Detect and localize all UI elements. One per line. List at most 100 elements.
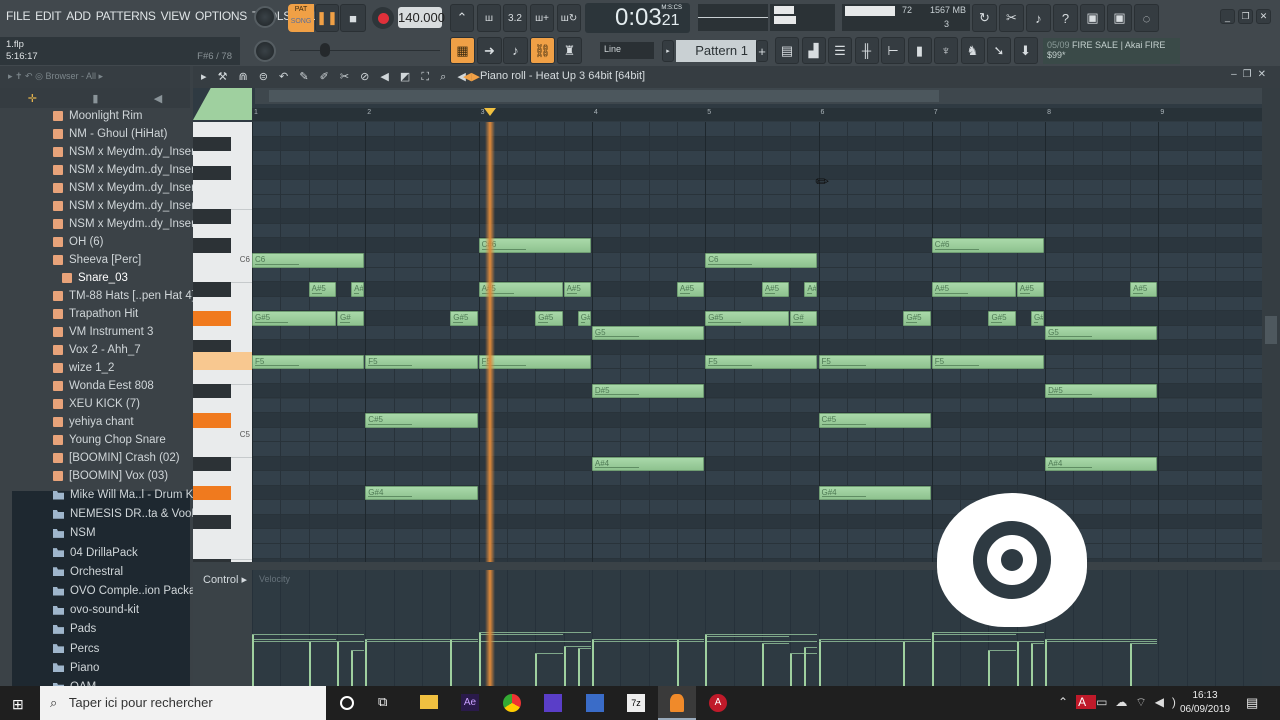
recorder-app-icon[interactable]: A	[709, 694, 727, 712]
velocity-stem[interactable]	[478, 632, 481, 686]
black-key[interactable]	[193, 383, 231, 399]
note[interactable]: G#	[790, 311, 818, 326]
note[interactable]: A#5	[761, 282, 790, 297]
note[interactable]: F5	[818, 354, 931, 370]
browser-folder[interactable]: ovo-sound-kit	[53, 601, 139, 619]
note[interactable]: D#5	[1045, 383, 1158, 399]
browser-item[interactable]: NSM x Meydm..dy_Insert 4	[53, 197, 208, 215]
playhead-marker-icon[interactable]	[483, 108, 496, 116]
note[interactable]: A#5	[308, 282, 336, 297]
black-key[interactable]	[193, 485, 231, 501]
velocity-stem[interactable]	[591, 639, 594, 686]
stamp-tool-button[interactable]	[193, 88, 252, 120]
control-lane-label[interactable]: Control ▸	[203, 573, 247, 586]
overview-thumb[interactable]	[269, 90, 939, 102]
file-explorer-icon[interactable]	[420, 695, 438, 709]
velocity-stem[interactable]	[535, 653, 538, 686]
close-button[interactable]: ✕	[1256, 9, 1271, 24]
note[interactable]: F5	[252, 354, 365, 370]
velocity-stem[interactable]	[1016, 641, 1019, 686]
browser-folder[interactable]: Percs	[53, 640, 99, 658]
black-key[interactable]	[193, 136, 231, 152]
velocity-stem[interactable]	[336, 641, 339, 686]
note[interactable]: A#4	[591, 456, 705, 472]
note[interactable]: G#5	[252, 311, 336, 326]
minimize-button[interactable]: _	[1220, 9, 1235, 24]
browser-item[interactable]: Vox 2 - Ahh_7	[53, 341, 141, 359]
browser-item[interactable]: wize 1_2	[53, 359, 114, 377]
browser-item[interactable]: NSM x Meydm..dy_Insert 3	[53, 179, 208, 197]
stamp-icon[interactable]: ♜	[557, 37, 582, 64]
master-volume-knob[interactable]	[254, 6, 276, 28]
browser-tab-files-icon[interactable]: ▮	[92, 92, 98, 105]
cut-icon[interactable]: ✂	[999, 4, 1024, 32]
piano-roll-icon[interactable]: ▦	[450, 37, 475, 64]
play-button[interactable]: ❚❚	[315, 4, 339, 32]
velocity-stem[interactable]	[1030, 644, 1033, 686]
black-key[interactable]	[193, 514, 231, 530]
save-icon[interactable]: ▣	[1080, 4, 1105, 32]
menu-add[interactable]: ADD	[66, 9, 91, 23]
mixer-icon[interactable]: ╫	[854, 37, 879, 64]
velocity-stem[interactable]	[450, 639, 453, 686]
browser-item[interactable]: NSM x Meydm..dy_Insert 5	[53, 215, 208, 233]
link-icon[interactable]: ⛓	[530, 37, 555, 64]
velocity-stem[interactable]	[676, 639, 679, 686]
loop-record-icon[interactable]: ш↻	[557, 4, 581, 32]
plugin-picker-icon[interactable]: ♪	[503, 37, 528, 64]
pattern-prev-button[interactable]: ▸	[662, 40, 674, 62]
black-key[interactable]	[193, 209, 231, 224]
note[interactable]: A#4	[1045, 456, 1158, 472]
browser-icon[interactable]: ⊢	[881, 37, 905, 64]
velocity-stem[interactable]	[365, 641, 368, 686]
song-time-display[interactable]: 0:0321 M:S:CS	[585, 3, 690, 33]
browser-folder[interactable]: Mike Will Ma..l - Drum Kit	[53, 486, 199, 504]
note[interactable]: G#4	[365, 485, 478, 501]
browser-folder[interactable]: Piano	[53, 659, 99, 677]
piano-keyboard[interactable]: C6 C5	[193, 122, 252, 562]
velocity-stem[interactable]	[903, 641, 906, 686]
note-grid[interactable]: G#4G#4A#4A#4C#5C#5D#5D#5F5F5F5F5F5F5G5G5…	[252, 122, 1262, 562]
black-key[interactable]	[193, 165, 231, 181]
velocity-stem[interactable]	[818, 641, 821, 686]
note[interactable]: A#5	[351, 282, 365, 297]
cursor-icon[interactable]: ➘	[987, 37, 1011, 64]
note[interactable]: C#6	[478, 238, 591, 253]
note[interactable]: A#5	[1016, 282, 1045, 297]
cortana-icon[interactable]	[340, 696, 354, 710]
chrome-icon[interactable]	[503, 694, 521, 712]
tempo-display[interactable]: 140.000	[398, 7, 445, 28]
browser-item[interactable]: NM - Ghoul (HiHat)	[53, 125, 167, 143]
menu-patterns[interactable]: PATTERNS	[96, 9, 156, 23]
task-view-icon[interactable]: ⧉	[378, 694, 387, 710]
browser-item[interactable]: NSM x Meydm..dy_Insert 1	[53, 143, 208, 161]
note[interactable]: G#	[336, 311, 365, 326]
browser-item[interactable]: Wonda Eest 808	[53, 377, 154, 395]
browser-item[interactable]: XEU KICK (7)	[53, 395, 140, 413]
mic-icon[interactable]: ♪	[1026, 4, 1051, 32]
velocity-stem[interactable]	[790, 653, 793, 686]
note[interactable]: G#4	[818, 485, 931, 501]
velocity-lane[interactable]	[252, 570, 1262, 686]
note[interactable]: G#	[577, 311, 591, 326]
overview-scrollbar[interactable]	[255, 88, 1262, 104]
browser-item[interactable]: [BOOMIN] Vox (03)	[53, 467, 168, 485]
browser-item[interactable]: Sheeva [Perc]	[53, 251, 141, 269]
undo-icon[interactable]: ↻	[972, 4, 997, 32]
save-new-icon[interactable]: ▣	[1107, 4, 1132, 32]
pattern-selector[interactable]: Pattern 1	[676, 40, 756, 62]
note[interactable]: A#5	[676, 282, 705, 297]
velocity-stem[interactable]	[988, 651, 991, 686]
black-key[interactable]	[193, 456, 231, 472]
playlist-icon[interactable]: ▤	[775, 37, 799, 64]
velocity-stem[interactable]	[1130, 644, 1133, 686]
note[interactable]: G#5	[535, 311, 563, 326]
note[interactable]: G#5	[903, 311, 931, 326]
note[interactable]: G#5	[988, 311, 1016, 326]
note[interactable]: G5	[591, 325, 705, 341]
menu-options[interactable]: OPTIONS	[195, 9, 247, 23]
note[interactable]: G5	[1045, 325, 1158, 341]
taskbar-search[interactable]: ⌕ Taper ici pour rechercher	[40, 686, 326, 720]
note[interactable]: C6	[252, 253, 365, 268]
maximize-button[interactable]: ❐	[1238, 9, 1253, 24]
